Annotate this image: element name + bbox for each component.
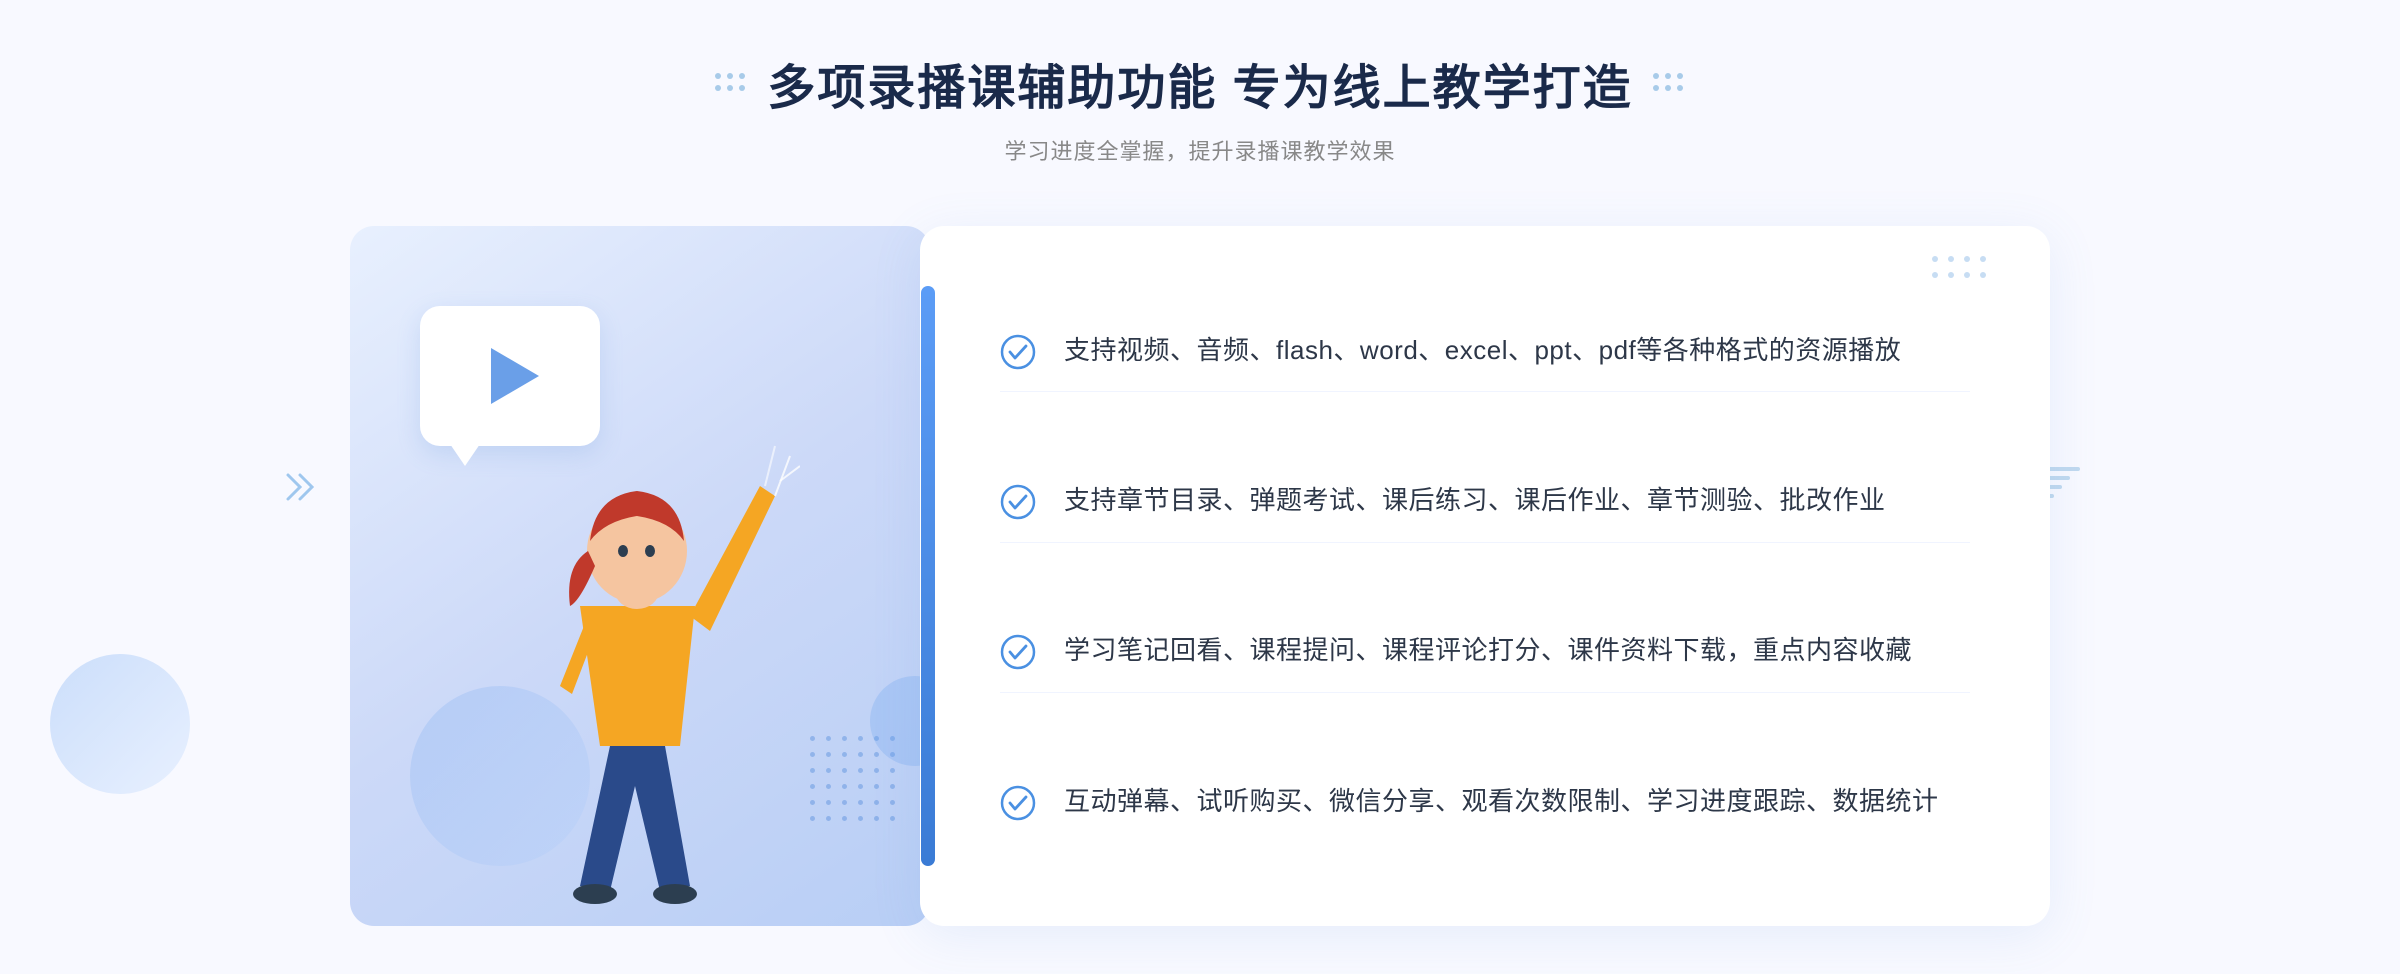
blue-accent-bar <box>921 286 935 866</box>
feature-item-2: 支持章节目录、弹题考试、课后练习、课后作业、章节测验、批改作业 <box>1000 460 1970 543</box>
page-title: 多项录播课辅助功能 专为线上教学打造 <box>767 48 1632 118</box>
top-right-dots <box>1932 256 1990 282</box>
feature-item-4: 互动弹幕、试听购买、微信分享、观看次数限制、学习进度跟踪、数据统计 <box>1000 761 1970 843</box>
page-container: 多项录播课辅助功能 专为线上教学打造 学习进度全掌握，提升录播课教学效果 <box>0 0 2400 974</box>
check-icon-3 <box>1000 634 1036 670</box>
left-chevron-decoration <box>280 467 320 507</box>
features-card: 支持视频、音频、flash、word、excel、ppt、pdf等各种格式的资源… <box>920 226 2050 926</box>
deco-dots-right <box>1653 73 1685 93</box>
blue-deco-circle <box>50 654 190 794</box>
feature-item-3: 学习笔记回看、课程提问、课程评论打分、课件资料下载，重点内容收藏 <box>1000 610 1970 693</box>
person-illustration <box>480 366 800 926</box>
check-icon-4 <box>1000 785 1036 821</box>
feature-item-1: 支持视频、音频、flash、word、excel、ppt、pdf等各种格式的资源… <box>1000 310 1970 393</box>
deco-dots-left <box>715 73 747 93</box>
feature-text-2: 支持章节目录、弹题考试、课后练习、课后作业、章节测验、批改作业 <box>1064 480 1886 522</box>
check-icon-1 <box>1000 334 1036 370</box>
main-content-area: 支持视频、音频、flash、word、excel、ppt、pdf等各种格式的资源… <box>350 226 2050 926</box>
check-icon-2 <box>1000 484 1036 520</box>
illustration-card <box>350 226 930 926</box>
page-subtitle: 学习进度全掌握，提升录播课教学效果 <box>715 134 1684 166</box>
feature-text-1: 支持视频、音频、flash、word、excel、ppt、pdf等各种格式的资源… <box>1064 330 1901 372</box>
feature-text-4: 互动弹幕、试听购买、微信分享、观看次数限制、学习进度跟踪、数据统计 <box>1064 781 1939 823</box>
header-section: 多项录播课辅助功能 专为线上教学打造 学习进度全掌握，提升录播课教学效果 <box>715 48 1684 166</box>
feature-text-3: 学习笔记回看、课程提问、课程评论打分、课件资料下载，重点内容收藏 <box>1064 630 1912 672</box>
header-title-row: 多项录播课辅助功能 专为线上教学打造 <box>715 48 1684 118</box>
chevron-icons <box>280 467 320 507</box>
